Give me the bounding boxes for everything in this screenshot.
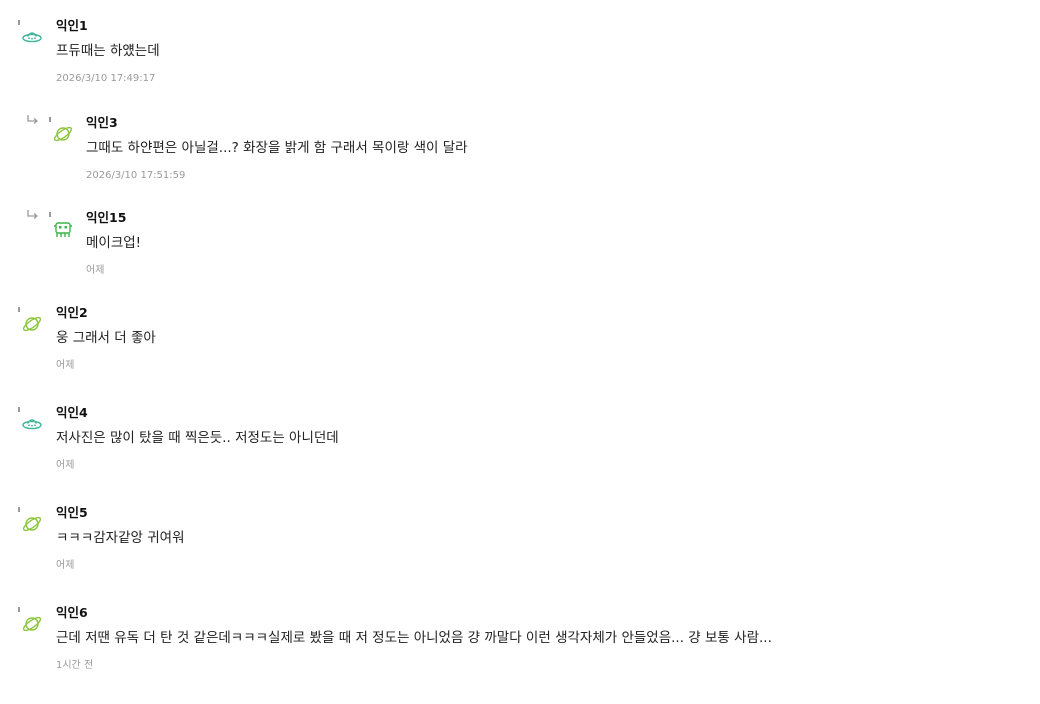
comment-text: 메이크업! (86, 235, 142, 251)
comment-author[interactable]: 익인2 (56, 305, 88, 321)
comment-item: 익인6 근데 저땐 유독 더 탄 것 같은데ㅋㅋㅋ실제로 봤을 때 저 정도는 … (0, 587, 1040, 687)
reply-item: 익인3 그때도 하얀편은 아닐걸...? 화장을 밝게 함 구래서 목이랑 색이… (0, 97, 1040, 192)
comment-timestamp: 1시간 전 (56, 660, 94, 671)
comment-text: 프듀때는 하얬는데 (56, 43, 160, 59)
comment-item: 익인5 ㅋㅋㅋ감자같앙 귀여워 어제 (0, 487, 1040, 587)
comment-author[interactable]: 익인4 (56, 405, 88, 421)
comment-timestamp: 어제 (56, 360, 75, 371)
comment-item: 익인4 저사진은 많이 탔을 때 찍은듯.. 저정도는 아니던데 어제 (0, 387, 1040, 487)
comment-marker (49, 212, 51, 217)
comment-timestamp: 어제 (56, 560, 75, 571)
comment-marker (18, 407, 20, 412)
comment-item: 익인1 프듀때는 하얬는데 2026/3/10 17:49:17 (0, 0, 1040, 97)
comment-marker (49, 117, 51, 122)
comment-marker (18, 20, 20, 25)
comment-marker (18, 307, 20, 312)
comment-author[interactable]: 익인6 (56, 605, 88, 621)
planet-icon (53, 126, 73, 142)
comment-author[interactable]: 익인1 (56, 18, 88, 34)
comment-text: 저사진은 많이 탔을 때 찍은듯.. 저정도는 아니던데 (56, 430, 339, 446)
ufo-icon (22, 32, 42, 43)
comment-timestamp: 2026/3/10 17:51:59 (86, 170, 186, 181)
comment-text: 그때도 하얀편은 아닐걸...? 화장을 밝게 함 구래서 목이랑 색이 달라 (86, 140, 468, 156)
comment-text: ㅋㅋㅋ감자같앙 귀여워 (56, 530, 185, 546)
reply-arrow-icon (27, 210, 39, 219)
planet-icon (22, 616, 42, 632)
comment-author[interactable]: 익인5 (56, 505, 88, 521)
planet-icon (22, 316, 42, 332)
planet-icon (22, 516, 42, 532)
comment-text: 웅 그래서 더 좋아 (56, 330, 156, 346)
comment-timestamp: 2026/3/10 17:49:17 (56, 73, 156, 84)
ufo-icon (22, 419, 42, 430)
alien-icon (54, 222, 72, 237)
comment-text: 근데 저땐 유독 더 탄 것 같은데ㅋㅋㅋ실제로 봤을 때 저 정도는 아니었음… (56, 630, 772, 646)
comment-item: 익인2 웅 그래서 더 좋아 어제 (0, 287, 1040, 387)
comment-marker (18, 607, 20, 612)
reply-item: 익인15 메이크업! 어제 (0, 192, 1040, 287)
comment-timestamp: 어제 (86, 265, 105, 276)
comment-list: 익인1 프듀때는 하얬는데 2026/3/10 17:49:17 익인3 그때도… (0, 0, 1040, 687)
comment-timestamp: 어제 (56, 460, 75, 471)
comment-author[interactable]: 익인15 (86, 210, 126, 226)
comment-marker (18, 507, 20, 512)
reply-arrow-icon (27, 115, 39, 124)
comment-author[interactable]: 익인3 (86, 115, 118, 131)
